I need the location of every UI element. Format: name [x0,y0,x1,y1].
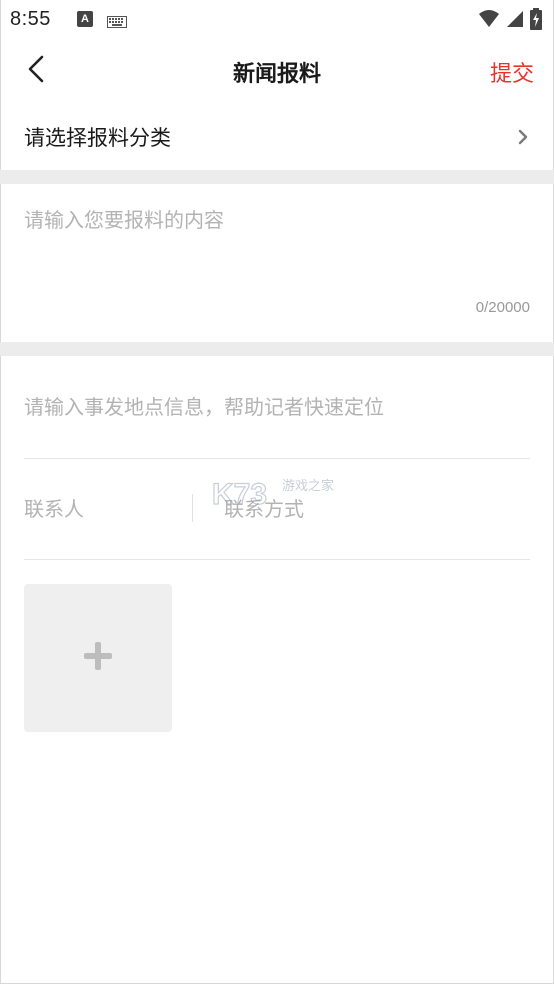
field-divider [24,458,530,459]
content-section: 0/20000 [0,184,554,342]
back-button[interactable] [18,52,54,90]
plus-icon [82,640,114,676]
category-selector-label: 请选择报料分类 [24,126,171,150]
signal-icon [506,9,524,33]
svg-text:K73: K73 [212,478,267,511]
chevron-left-icon [26,54,46,88]
field-divider [24,559,530,560]
status-time: 8:55 [10,7,51,30]
svg-text:游戏之家: 游戏之家 [282,478,334,494]
add-image-button[interactable] [24,584,172,732]
contact-separator [192,494,193,522]
watermark-logo: K73 游戏之家 [211,474,342,514]
content-textarea[interactable] [24,204,530,294]
section-divider [0,342,554,356]
submit-button[interactable]: 提交 [490,56,534,88]
char-counter: 0/20000 [475,299,530,316]
top-nav-bar: 新闻报料 提交 [0,38,554,104]
section-divider [0,170,554,184]
status-icons [478,8,542,34]
wifi-icon [478,9,500,33]
contact-name-input[interactable] [24,486,184,532]
category-selector[interactable]: 请选择报料分类 [0,104,554,170]
accessibility-a-icon: A [76,11,93,27]
location-input[interactable] [24,384,530,430]
chevron-right-icon [516,127,530,147]
keyboard-icon [106,13,127,28]
battery-icon [530,8,542,34]
page-title: 新闻报料 [232,62,321,87]
status-bar: 8:55 A [0,0,554,38]
